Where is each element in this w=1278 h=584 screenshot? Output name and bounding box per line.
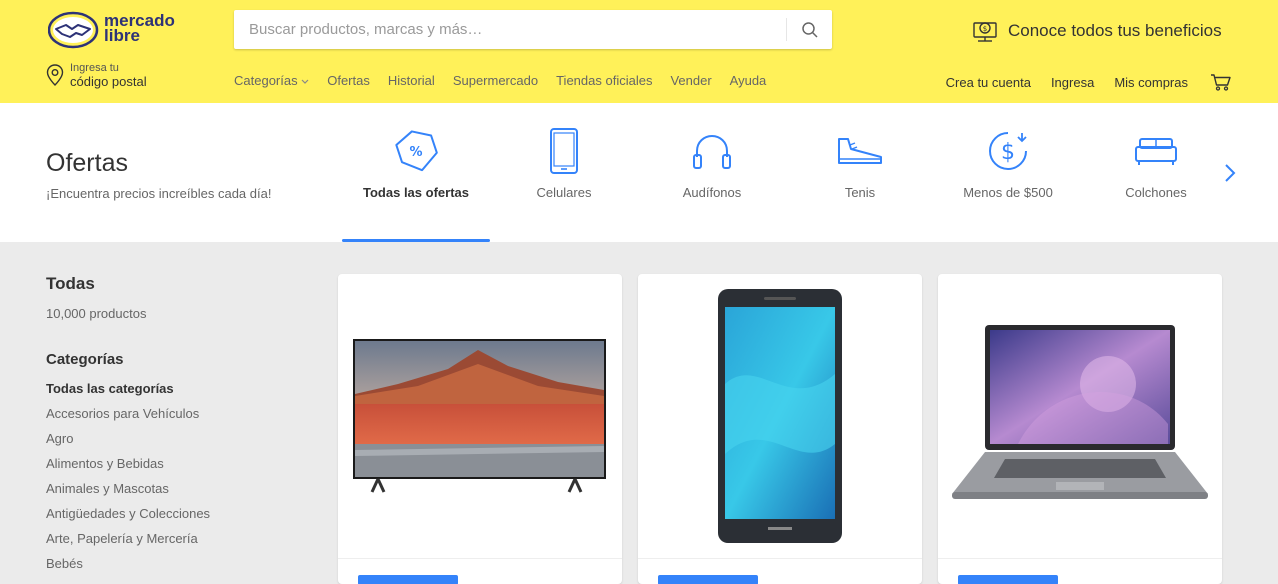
svg-text:%: % xyxy=(409,145,422,160)
tv-product-image xyxy=(353,339,606,493)
chevron-down-icon xyxy=(301,79,309,84)
benefits-text: Conoce todos tus beneficios xyxy=(1008,21,1222,40)
smartphone-product-image xyxy=(718,289,842,543)
location-label-big: código postal xyxy=(70,74,147,89)
account-nav: Crea tu cuenta Ingresa Mis compras xyxy=(946,73,1232,91)
laptop-product-image xyxy=(952,325,1208,499)
sneaker-icon xyxy=(838,138,882,164)
category-tenis[interactable]: Tenis xyxy=(786,127,934,200)
discount-tag-icon: % xyxy=(395,130,438,172)
category-colchones[interactable]: Colchones xyxy=(1082,127,1230,200)
nav-ayuda[interactable]: Ayuda xyxy=(730,73,767,88)
login-link[interactable]: Ingresa xyxy=(1051,75,1094,90)
nav-supermercado[interactable]: Supermercado xyxy=(453,73,538,88)
results-count: 10,000 productos xyxy=(46,306,147,321)
search-bar xyxy=(234,10,832,49)
filter-item[interactable]: Bebés xyxy=(46,551,306,576)
header: mercado libre $ Conoce todos tus benefic… xyxy=(0,0,1278,103)
nav-ofertas[interactable]: Ofertas xyxy=(327,73,370,88)
product-card[interactable] xyxy=(638,274,922,584)
filter-item[interactable]: Arte, Papelería y Mercería xyxy=(46,526,306,551)
filter-item[interactable]: Antigüedades y Colecciones xyxy=(46,501,306,526)
filter-item[interactable]: Alimentos y Bebidas xyxy=(46,451,306,476)
filter-item[interactable]: Agro xyxy=(46,426,306,451)
phone-icon xyxy=(550,128,578,174)
sidebar-title: Todas xyxy=(46,274,95,293)
main-nav: Categorías Ofertas Historial Supermercad… xyxy=(234,73,766,88)
dollar-coin-icon: $ xyxy=(989,132,1027,170)
chevron-right-icon[interactable] xyxy=(1218,161,1242,185)
card-badge xyxy=(358,575,458,584)
headphones-icon xyxy=(693,134,731,169)
nav-tiendas-oficiales[interactable]: Tiendas oficiales xyxy=(556,73,652,88)
card-divider xyxy=(338,558,622,559)
card-divider xyxy=(638,558,922,559)
nav-label: Categorías xyxy=(234,73,298,88)
filters-sidebar: Todas 10,000 productos Categorías Todas … xyxy=(46,274,306,576)
category-label: Todas las ofertas xyxy=(363,185,469,200)
page-title: Ofertas xyxy=(46,149,128,177)
logo-text-line2: libre xyxy=(104,26,140,45)
card-divider xyxy=(938,558,1222,559)
location-label-small: Ingresa tu xyxy=(70,62,119,74)
benefits-link[interactable]: $ Conoce todos tus beneficios xyxy=(972,17,1222,45)
filter-item[interactable]: Accesorios para Vehículos xyxy=(46,401,306,426)
category-celulares[interactable]: Celulares xyxy=(490,127,638,200)
filter-item[interactable]: Animales y Mascotas xyxy=(46,476,306,501)
product-card[interactable] xyxy=(938,274,1222,584)
card-badge xyxy=(658,575,758,584)
category-menos-de-500[interactable]: $ Menos de $500 xyxy=(934,127,1082,200)
svg-text:$: $ xyxy=(983,25,987,33)
search-input[interactable] xyxy=(234,10,786,49)
handshake-logo-icon xyxy=(47,11,99,49)
card-badge xyxy=(958,575,1058,584)
category-audifonos[interactable]: Audífonos xyxy=(638,127,786,200)
postal-code-selector[interactable]: Ingresa tu código postal xyxy=(46,62,196,92)
benefits-icon: $ xyxy=(973,22,997,42)
search-button[interactable] xyxy=(786,18,832,41)
nav-vender[interactable]: Vender xyxy=(670,73,711,88)
cart-icon[interactable] xyxy=(1210,73,1232,91)
category-label: Colchones xyxy=(1125,185,1187,200)
category-filter-list: Todas las categorías Accesorios para Veh… xyxy=(46,376,306,576)
active-category-indicator xyxy=(342,239,490,242)
svg-text:$: $ xyxy=(1001,140,1015,165)
create-account-link[interactable]: Crea tu cuenta xyxy=(946,75,1031,90)
nav-historial[interactable]: Historial xyxy=(388,73,435,88)
product-card[interactable] xyxy=(338,274,622,584)
category-label: Celulares xyxy=(536,185,592,200)
categories-heading: Categorías xyxy=(46,351,124,368)
nav-categorias[interactable]: Categorías xyxy=(234,73,309,88)
category-label: Audífonos xyxy=(682,185,742,200)
search-icon xyxy=(801,21,818,38)
mercadolibre-logo[interactable]: mercado libre xyxy=(47,11,184,51)
filter-item[interactable]: Todas las categorías xyxy=(46,376,306,401)
category-label: Menos de $500 xyxy=(963,185,1053,200)
page-subtitle: ¡Encuentra precios increíbles cada día! xyxy=(46,186,272,201)
offers-categories-strip: Ofertas ¡Encuentra precios increíbles ca… xyxy=(0,103,1278,242)
bed-icon xyxy=(1135,138,1177,165)
category-label: Tenis xyxy=(844,185,876,200)
location-pin-icon xyxy=(46,64,64,86)
category-todas-las-ofertas[interactable]: % Todas las ofertas xyxy=(342,127,490,200)
my-purchases-link[interactable]: Mis compras xyxy=(1114,75,1188,90)
